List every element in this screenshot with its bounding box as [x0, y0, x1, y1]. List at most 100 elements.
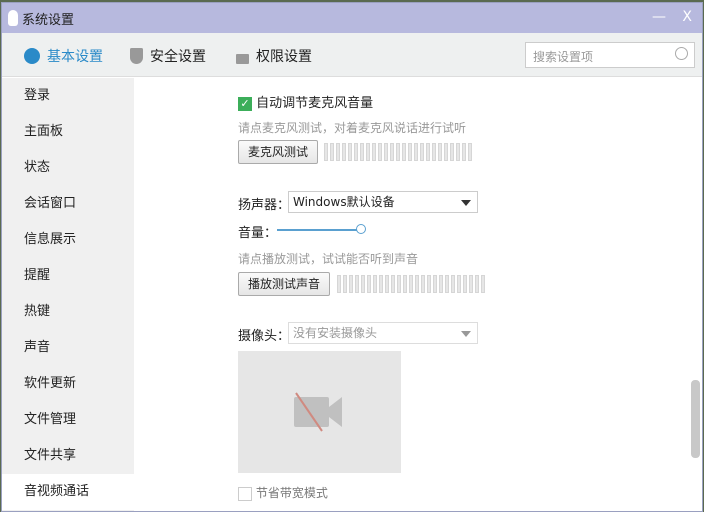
meter-segment [396, 143, 400, 161]
meter-segment [324, 143, 328, 161]
meter-segment [342, 143, 346, 161]
meter-segment [409, 275, 413, 293]
meter-segment [390, 143, 394, 161]
meter-segment [373, 275, 377, 293]
meter-segment [450, 143, 454, 161]
meter-segment [462, 143, 466, 161]
meter-segment [438, 143, 442, 161]
meter-segment [403, 275, 407, 293]
meter-segment [354, 143, 358, 161]
sidebar-item[interactable]: 声音 [2, 330, 134, 366]
meter-segment [427, 275, 431, 293]
tab-label: 基本设置 [47, 49, 103, 65]
volume-slider-handle[interactable] [356, 224, 366, 234]
bandwidth-mode-checkbox[interactable]: 节省带宽模式 [238, 484, 328, 501]
checkbox-unchecked-icon [238, 486, 252, 501]
sidebar-item[interactable]: 登录 [2, 78, 134, 114]
meter-segment [463, 275, 467, 293]
checkbox-checked-icon: ✓ [238, 96, 252, 111]
sidebar-item[interactable]: 状态 [2, 150, 134, 186]
tab-permission-settings[interactable]: 权限设置 [236, 46, 312, 66]
gear-icon [24, 48, 40, 64]
close-button[interactable]: X [682, 9, 692, 25]
tab-basic-settings[interactable]: 基本设置 [24, 46, 103, 66]
meter-segment [469, 275, 473, 293]
meter-segment [408, 143, 412, 161]
mic-hint: 请点麦克风测试，对着麦克风说话进行试听 [238, 121, 467, 135]
bandwidth-label: 节省带宽模式 [255, 486, 328, 500]
sidebar-item[interactable]: 主面板 [2, 114, 134, 150]
tab-label: 权限设置 [256, 49, 312, 65]
sidebar-item[interactable]: 文件管理 [2, 402, 134, 438]
mic-level-meter [324, 143, 472, 161]
sidebar-item[interactable]: 软件更新 [2, 366, 134, 402]
meter-segment [372, 143, 376, 161]
chevron-down-icon [461, 200, 471, 206]
sidebar-item[interactable]: 热键 [2, 294, 134, 330]
qq-logo-icon [8, 10, 18, 26]
meter-segment [426, 143, 430, 161]
meter-segment [420, 143, 424, 161]
meter-segment [384, 143, 388, 161]
meter-segment [432, 143, 436, 161]
meter-segment [391, 275, 395, 293]
meter-segment [402, 143, 406, 161]
shield-icon [130, 48, 143, 64]
camera-select[interactable]: 没有安装摄像头 [288, 322, 478, 344]
speaker-value: Windows默认设备 [293, 195, 395, 209]
volume-slider[interactable] [277, 229, 359, 231]
speaker-select[interactable]: Windows默认设备 [288, 191, 478, 213]
tab-security-settings[interactable]: 安全设置 [130, 46, 206, 66]
meter-segment [343, 275, 347, 293]
meter-segment [336, 143, 340, 161]
window-title: 系统设置 [22, 12, 75, 28]
meter-segment [367, 275, 371, 293]
meter-segment [457, 275, 461, 293]
meter-segment [330, 143, 334, 161]
sidebar-item[interactable]: 提醒 [2, 258, 134, 294]
sidebar-item[interactable]: 文件共享 [2, 438, 134, 474]
meter-segment [456, 143, 460, 161]
meter-segment [421, 275, 425, 293]
meter-segment [414, 143, 418, 161]
scrollbar-thumb[interactable] [691, 380, 700, 458]
meter-segment [475, 275, 479, 293]
mic-test-button[interactable]: 麦克风测试 [238, 140, 319, 164]
meter-segment [355, 275, 359, 293]
auto-adjust-label: 自动调节麦克风音量 [256, 96, 374, 111]
meter-segment [445, 275, 449, 293]
settings-window: 系统设置 — X 基本设置 安全设置 权限设置 搜索设置项 登录 主面板 状态 会话窗… [1, 2, 703, 512]
search-placeholder: 搜索设置项 [533, 50, 594, 64]
settings-content: ✓ 自动调节麦克风音量 请点麦克风测试，对着麦克风说话进行试听 麦克风测试 扬声… [134, 78, 702, 511]
lock-icon [236, 54, 249, 64]
meter-segment [415, 275, 419, 293]
play-test-sound-button[interactable]: 播放测试声音 [238, 272, 331, 296]
minimize-button[interactable]: — [652, 9, 666, 25]
speaker-hint: 请点播放测试，试试能否听到声音 [238, 252, 419, 266]
meter-segment [439, 275, 443, 293]
camera-label: 摄像头： [238, 329, 291, 344]
search-icon[interactable] [675, 47, 688, 60]
sidebar-item[interactable]: 信息展示 [2, 222, 134, 258]
meter-segment [385, 275, 389, 293]
meter-segment [361, 275, 365, 293]
meter-segment [337, 275, 341, 293]
sidebar-item[interactable]: 音视频通话 [2, 474, 134, 510]
camera-value: 没有安装摄像头 [293, 326, 378, 340]
meter-segment [366, 143, 370, 161]
volume-label: 音量： [238, 226, 278, 241]
sidebar-item[interactable]: 会话窗口 [2, 186, 134, 222]
sidebar: 登录 主面板 状态 会话窗口 信息展示 提醒 热键 声音 软件更新 文件管理 文件共享 音视频通话 [2, 78, 134, 511]
meter-segment [397, 275, 401, 293]
speaker-level-meter [337, 275, 485, 293]
meter-segment [433, 275, 437, 293]
search-input[interactable]: 搜索设置项 [525, 42, 695, 68]
meter-segment [444, 143, 448, 161]
tab-bar: 基本设置 安全设置 权限设置 搜索设置项 [2, 33, 702, 77]
title-bar: 系统设置 — X [2, 3, 702, 33]
speaker-label: 扬声器： [238, 198, 291, 213]
meter-segment [349, 275, 353, 293]
meter-segment [481, 275, 485, 293]
auto-adjust-mic-checkbox[interactable]: ✓ 自动调节麦克风音量 [238, 92, 373, 111]
meter-segment [468, 143, 472, 161]
